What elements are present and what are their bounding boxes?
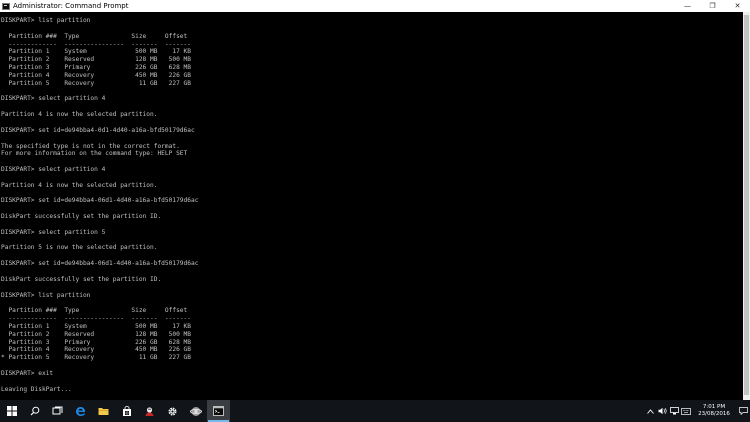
chevron-up-icon: [646, 408, 654, 414]
restore-button[interactable]: ❐: [700, 0, 725, 12]
search-button[interactable]: [23, 400, 46, 422]
vertical-scrollbar[interactable]: [743, 12, 750, 400]
keyboard-icon: [681, 407, 691, 415]
window-title: Administrator: Command Prompt: [13, 2, 129, 10]
store-button[interactable]: [115, 400, 138, 422]
window-title-bar[interactable]: Administrator: Command Prompt — ❐ ✕: [0, 0, 750, 12]
file-explorer-icon: [98, 408, 109, 415]
windows-start-icon: [6, 406, 17, 416]
close-button[interactable]: ✕: [725, 0, 750, 12]
volume-button[interactable]: [656, 400, 668, 422]
clock-date: 23/08/2016: [698, 411, 730, 417]
network-app-button[interactable]: [184, 400, 207, 422]
network-app-icon: [189, 406, 202, 416]
show-hidden-icons-button[interactable]: [644, 400, 656, 422]
scrollbar-thumb[interactable]: [744, 15, 749, 395]
command-prompt-icon: [213, 406, 224, 416]
network-icon: [669, 407, 679, 415]
edge-browser-icon: [76, 406, 86, 416]
window-controls: — ❐ ✕: [675, 0, 750, 12]
input-language-button[interactable]: [680, 400, 692, 422]
taskbar-clock[interactable]: 7:01 PM 23/08/2016: [692, 400, 736, 422]
start-button[interactable]: [0, 400, 23, 422]
settings-button[interactable]: [161, 400, 184, 422]
minimize-button[interactable]: —: [675, 0, 700, 12]
search-icon: [30, 406, 39, 416]
taskbar: 7:01 PM 23/08/2016: [0, 400, 750, 422]
volume-icon: [658, 407, 667, 415]
console-area[interactable]: DISKPART> list partition Partition ### T…: [0, 12, 743, 400]
command-prompt-app-icon: [2, 2, 10, 10]
command-prompt-taskbar-button[interactable]: [207, 400, 230, 422]
edge-browser-button[interactable]: [69, 400, 92, 422]
media-app-icon: [145, 406, 154, 416]
notification-icon: [738, 407, 748, 415]
settings-gear-icon: [168, 406, 177, 416]
media-app-button[interactable]: [138, 400, 161, 422]
console-output: DISKPART> list partition Partition ### T…: [1, 17, 199, 393]
action-center-button[interactable]: [736, 400, 750, 422]
file-explorer-button[interactable]: [92, 400, 115, 422]
store-icon: [122, 405, 131, 416]
clock-time: 7:01 PM: [702, 404, 726, 410]
system-tray: 7:01 PM 23/08/2016: [644, 400, 750, 422]
task-view-button[interactable]: [46, 400, 69, 422]
network-button[interactable]: [668, 400, 680, 422]
task-view-icon: [52, 406, 63, 415]
